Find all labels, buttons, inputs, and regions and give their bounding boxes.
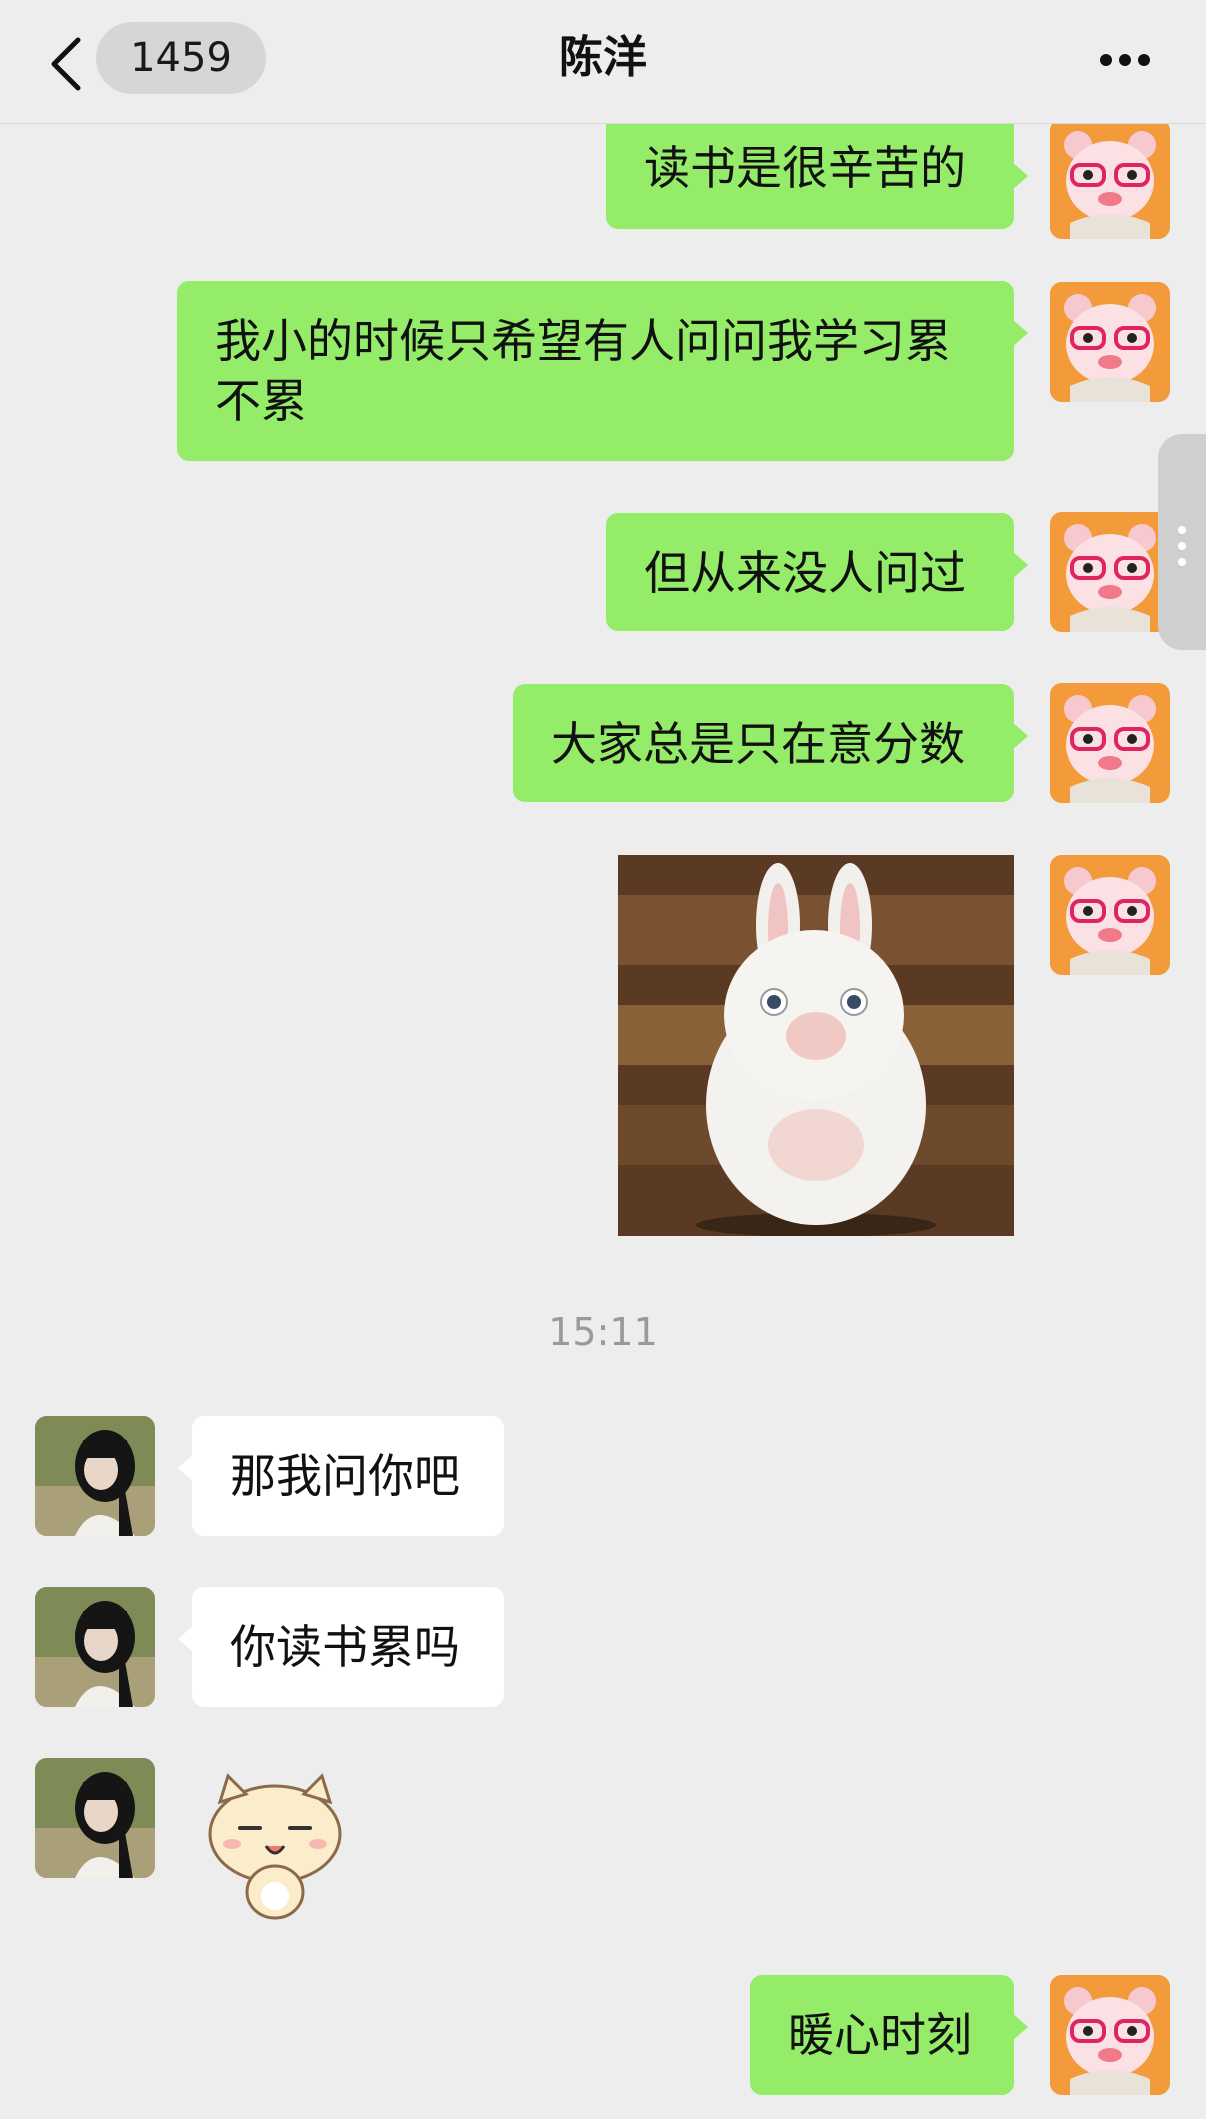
pink-pig-avatar-icon: [1050, 855, 1170, 975]
girl-photo-avatar-icon: [35, 1416, 155, 1536]
message-bubble[interactable]: 你读书累吗: [178, 1587, 504, 1707]
image-message[interactable]: [618, 855, 1014, 1236]
pink-pig-avatar-icon: [1050, 683, 1170, 803]
message-text: 读书是很辛苦的: [644, 141, 966, 195]
chat-screen: 1459 陈洋 读书是很辛苦的 我小的时候只希望有人问问我学习累不累 但从来没人…: [0, 0, 1206, 2119]
message-text: 暖心时刻: [788, 2008, 972, 2062]
chat-title: 陈洋: [559, 32, 647, 83]
message-text: 但从来没人问过: [644, 546, 966, 600]
my-avatar[interactable]: [1050, 512, 1170, 632]
message-bubble[interactable]: 大家总是只在意分数: [513, 684, 1028, 802]
message-text: 我小的时候只希望有人问问我学习累不累: [215, 314, 951, 428]
message-text: 你读书累吗: [230, 1620, 460, 1674]
back-button[interactable]: 1459: [40, 22, 266, 98]
floating-side-handle[interactable]: [1158, 434, 1206, 650]
contact-avatar[interactable]: [35, 1758, 155, 1878]
pink-pig-avatar-icon: [1050, 282, 1170, 402]
my-avatar[interactable]: [1050, 282, 1170, 402]
girl-photo-avatar-icon: [35, 1587, 155, 1707]
pink-pig-avatar-icon: [1050, 1975, 1170, 2095]
cat-sticker-icon: [208, 1773, 342, 1920]
message-bubble[interactable]: 但从来没人问过: [606, 513, 1028, 631]
white-rabbit-image: [618, 855, 1014, 1236]
my-avatar[interactable]: [1050, 855, 1170, 975]
message-bubble[interactable]: 我小的时候只希望有人问问我学习累不累: [177, 281, 1028, 461]
my-avatar[interactable]: [1050, 1975, 1170, 2095]
message-list[interactable]: 读书是很辛苦的 我小的时候只希望有人问问我学习累不累 但从来没人问过 大家总是只…: [0, 124, 1206, 2119]
my-avatar[interactable]: [1050, 124, 1170, 239]
message-text: 大家总是只在意分数: [551, 717, 965, 771]
chevron-left-icon: [51, 37, 81, 91]
chat-header: 1459 陈洋: [0, 0, 1206, 124]
sticker-message[interactable]: [190, 1764, 360, 1924]
message-bubble[interactable]: 那我问你吧: [178, 1416, 504, 1536]
message-bubble[interactable]: 读书是很辛苦的: [606, 124, 1028, 229]
contact-avatar[interactable]: [35, 1587, 155, 1707]
message-text: 那我问你吧: [230, 1449, 460, 1503]
pink-pig-avatar-icon: [1050, 124, 1170, 239]
unread-count-badge: 1459: [96, 22, 266, 94]
my-avatar[interactable]: [1050, 683, 1170, 803]
message-timestamp: 15:11: [548, 1310, 658, 1354]
message-bubble[interactable]: 暖心时刻: [750, 1975, 1028, 2095]
girl-photo-avatar-icon: [35, 1758, 155, 1878]
more-dots-icon[interactable]: [1090, 42, 1160, 78]
pink-pig-avatar-icon: [1050, 512, 1170, 632]
contact-avatar[interactable]: [35, 1416, 155, 1536]
